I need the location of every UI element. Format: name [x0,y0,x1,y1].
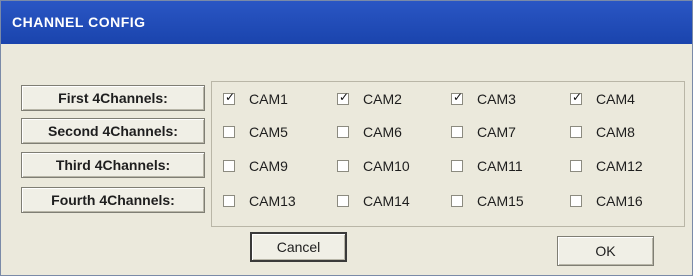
channel-label: CAM5 [249,124,288,140]
channel-label: CAM11 [477,158,523,174]
channel-label: CAM3 [477,91,516,107]
channel-label: CAM7 [477,124,516,140]
channel-checkbox-cam13[interactable]: CAM13 [223,189,296,213]
channel-label: CAM15 [477,193,524,209]
second-4-channels-button[interactable]: Second 4Channels: [21,118,205,144]
checkbox-icon[interactable] [570,126,582,138]
channel-label: CAM12 [596,158,643,174]
checkbox-icon[interactable] [451,90,463,105]
channel-config-dialog: CHANNEL CONFIG First 4Channels: Second 4… [0,0,693,276]
channel-checkbox-cam6[interactable]: CAM6 [337,120,402,144]
channel-label: CAM6 [363,124,402,140]
first-4-channels-button[interactable]: First 4Channels: [21,85,205,111]
checkbox-icon[interactable] [223,160,235,172]
channel-checkbox-cam14[interactable]: CAM14 [337,189,410,213]
checkbox-icon[interactable] [570,160,582,172]
channel-label: CAM9 [249,158,288,174]
channel-label: CAM16 [596,193,643,209]
channel-label: CAM13 [249,193,296,209]
channel-checkbox-cam9[interactable]: CAM9 [223,154,288,178]
checkbox-icon[interactable] [337,160,349,172]
channel-checkbox-cam15[interactable]: CAM15 [451,189,524,213]
checkbox-icon[interactable] [451,195,463,207]
channel-checkbox-cam8[interactable]: CAM8 [570,120,635,144]
checkbox-icon[interactable] [451,126,463,138]
checkbox-icon[interactable] [451,160,463,172]
channel-checkbox-cam5[interactable]: CAM5 [223,120,288,144]
channel-checkbox-cam1[interactable]: CAM1 [223,87,288,111]
checkbox-icon[interactable] [223,195,235,207]
checkbox-icon[interactable] [337,90,349,105]
channel-label: CAM14 [363,193,410,209]
checkbox-icon[interactable] [223,126,235,138]
channel-label: CAM8 [596,124,635,140]
fourth-4-channels-button[interactable]: Fourth 4Channels: [21,187,205,213]
checkbox-icon[interactable] [223,90,235,105]
channel-label: CAM4 [596,91,635,107]
channel-checkbox-cam16[interactable]: CAM16 [570,189,643,213]
channel-checkbox-cam3[interactable]: CAM3 [451,87,516,111]
channel-label: CAM10 [363,158,410,174]
checkbox-icon[interactable] [337,195,349,207]
third-4-channels-button[interactable]: Third 4Channels: [21,152,205,178]
channel-label: CAM2 [363,91,402,107]
channel-checkbox-cam4[interactable]: CAM4 [570,87,635,111]
cancel-button[interactable]: Cancel [250,232,347,262]
channel-checkbox-cam2[interactable]: CAM2 [337,87,402,111]
checkbox-icon[interactable] [570,90,582,105]
ok-button[interactable]: OK [557,236,654,266]
channel-label: CAM1 [249,91,288,107]
channel-checkbox-cam10[interactable]: CAM10 [337,154,410,178]
channel-checkbox-cam11[interactable]: CAM11 [451,154,523,178]
channel-checkbox-cam12[interactable]: CAM12 [570,154,643,178]
checkbox-icon[interactable] [570,195,582,207]
channel-checkbox-cam7[interactable]: CAM7 [451,120,516,144]
window-title: CHANNEL CONFIG [1,1,692,44]
checkbox-icon[interactable] [337,126,349,138]
